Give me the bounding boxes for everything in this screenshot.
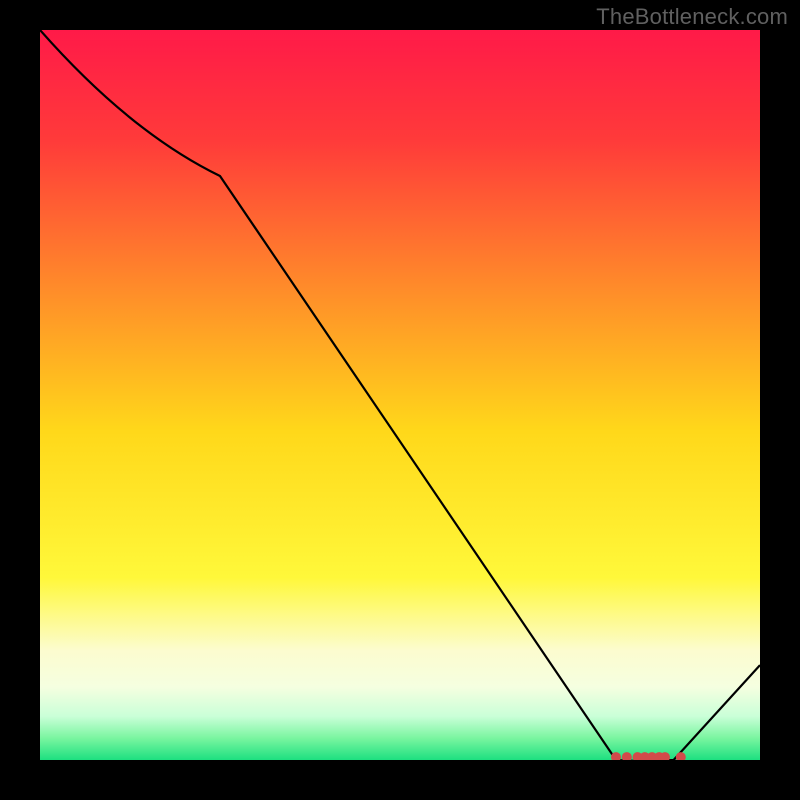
chart-frame: TheBottleneck.com xyxy=(0,0,800,800)
data-marker xyxy=(622,752,632,760)
plot-area xyxy=(40,30,760,760)
bottleneck-line xyxy=(40,30,760,760)
watermark-text: TheBottleneck.com xyxy=(596,4,788,30)
data-marker xyxy=(676,752,686,760)
chart-curve-layer xyxy=(40,30,760,760)
